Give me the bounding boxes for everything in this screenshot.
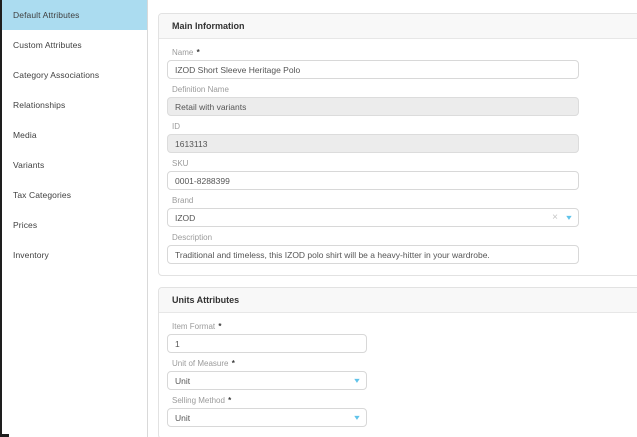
field-label-text: Unit of Measure	[172, 359, 228, 368]
required-asterisk: *	[216, 322, 221, 331]
section-title: Units Attributes	[159, 288, 637, 313]
window-left-edge	[0, 0, 2, 437]
field-label-text: ID	[172, 122, 180, 131]
field-label-text: Item Format	[172, 322, 215, 331]
sku-input[interactable]	[167, 171, 579, 190]
field-label-text: Description	[172, 233, 212, 242]
sidebar-item-variants[interactable]: Variants	[0, 150, 147, 180]
chevron-down-icon[interactable]: ▾	[354, 377, 359, 385]
sidebar-item-prices[interactable]: Prices	[0, 210, 147, 240]
sidebar: Default AttributesCustom AttributesCateg…	[0, 0, 148, 437]
field-label-text: Brand	[172, 196, 193, 205]
field-label-text: Definition Name	[172, 85, 229, 94]
sidebar-item-tax-categories[interactable]: Tax Categories	[0, 180, 147, 210]
field-name: Name *	[167, 48, 637, 79]
product-edit-page: { "colors": { "sidebar_selected_bg": "#a…	[0, 0, 637, 437]
field-brand: Brand IZOD× ▾	[167, 196, 637, 227]
id-input	[167, 134, 579, 153]
sidebar-item-default-attributes[interactable]: Default Attributes	[0, 0, 147, 30]
field-label: Unit of Measure *	[172, 359, 637, 368]
sidebar-item-inventory[interactable]: Inventory	[0, 240, 147, 270]
sidebar-item-custom-attributes[interactable]: Custom Attributes	[0, 30, 147, 60]
clear-icon[interactable]: ×	[552, 213, 558, 223]
select-value: Unit	[175, 376, 355, 386]
field-label: Definition Name	[172, 85, 637, 94]
field-label: Description	[172, 233, 637, 242]
item-format-input[interactable]	[167, 334, 367, 353]
sidebar-item-media[interactable]: Media	[0, 120, 147, 150]
field-definition-name: Definition Name	[167, 85, 637, 116]
section-units-attributes: Units AttributesItem Format *Unit of Mea…	[158, 287, 637, 437]
field-label: Name *	[172, 48, 637, 57]
section-main-information: Main Information Name * Definition Name ID S…	[158, 13, 637, 276]
name-input[interactable]	[167, 60, 579, 79]
brand-select[interactable]: IZOD× ▾	[167, 208, 579, 227]
field-label: ID	[172, 122, 637, 131]
description-input[interactable]	[167, 245, 579, 264]
section-title: Main Information	[159, 14, 637, 39]
required-asterisk: *	[194, 48, 199, 57]
field-label-text: Name	[172, 48, 193, 57]
field-label: SKU	[172, 159, 637, 168]
field-description: Description	[167, 233, 637, 264]
select-value: Unit	[175, 413, 355, 423]
main-content: Main Information Name * Definition Name ID S…	[149, 0, 637, 437]
field-unit-of-measure: Unit of Measure * Unit▾	[167, 359, 637, 390]
field-label: Selling Method *	[172, 396, 637, 405]
definition-name-input	[167, 97, 579, 116]
field-label: Brand	[172, 196, 637, 205]
section-body: Name * Definition Name ID SKU Brand IZOD× ▾ Des…	[159, 39, 637, 275]
chevron-down-icon[interactable]: ▾	[566, 214, 571, 222]
field-item-format: Item Format *	[167, 322, 637, 353]
select-value: IZOD	[175, 213, 552, 223]
required-asterisk: *	[226, 396, 231, 405]
required-asterisk: *	[229, 359, 234, 368]
sidebar-item-relationships[interactable]: Relationships	[0, 90, 147, 120]
chevron-down-icon[interactable]: ▾	[354, 414, 359, 422]
field-id: ID	[167, 122, 637, 153]
field-label-text: Selling Method	[172, 396, 225, 405]
sidebar-item-category-associations[interactable]: Category Associations	[0, 60, 147, 90]
unit-of-measure-select[interactable]: Unit▾	[167, 371, 367, 390]
field-sku: SKU	[167, 159, 637, 190]
selling-method-select[interactable]: Unit▾	[167, 408, 367, 427]
field-label: Item Format *	[172, 322, 637, 331]
field-label-text: SKU	[172, 159, 188, 168]
field-selling-method: Selling Method * Unit▾	[167, 396, 637, 427]
section-body: Item Format *Unit of Measure *Unit▾Selli…	[159, 313, 637, 437]
